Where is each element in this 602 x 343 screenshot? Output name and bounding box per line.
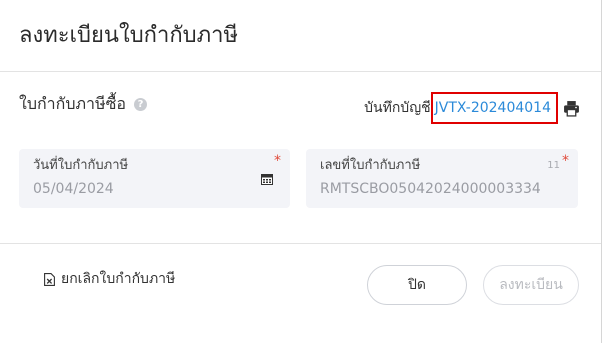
question-circle-icon[interactable]: ? [134,98,148,111]
invoice-number-label: เลขที่ใบกำกับภาษี [320,158,421,173]
required-mark: * [274,153,281,169]
document-x-icon [44,272,55,286]
invoice-date-label: วันที่ใบกำกับภาษี [33,158,129,173]
character-counter: 11 [547,160,560,171]
register-button[interactable]: ลงทะเบียน [483,265,579,305]
journal-label: บันทึกบัญชี [364,100,431,116]
section-title: ใบกำกับภาษีซื้อ [19,94,127,113]
printer-icon[interactable] [563,100,580,117]
section-heading: ใบกำกับภาษีซื้อ ? [19,92,148,117]
dialog-header: ลงทะเบียนใบกำกับภาษี [0,0,601,72]
journal-entry: บันทึกบัญชี JVTX-202404014 [364,92,580,124]
required-mark: * [562,153,569,169]
invoice-date-value[interactable]: 05/04/2024 [33,180,276,198]
calendar-icon[interactable] [261,173,273,185]
dialog-title: ลงทะเบียนใบกำกับภาษี [19,23,238,48]
invoice-number-value[interactable]: RMTSCBO05042024000003334 [320,180,564,198]
invoice-number-field[interactable]: เลขที่ใบกำกับภาษี RMTSCBO050420240000033… [306,149,578,208]
cancel-invoice-link[interactable]: ยกเลิกใบกำกับภาษี [44,268,175,290]
close-button[interactable]: ปิด [367,265,467,305]
dialog-footer: ยกเลิกใบกำกับภาษี ปิด ลงทะเบียน [0,244,601,343]
cancel-invoice-label: ยกเลิกใบกำกับภาษี [61,271,176,287]
register-tax-invoice-dialog: ลงทะเบียนใบกำกับภาษี ใบกำกับภาษีซื้อ ? บ… [0,0,602,343]
journal-link[interactable]: JVTX-202404014 [430,92,558,124]
dialog-body: ใบกำกับภาษีซื้อ ? บันทึกบัญชี JVTX-20240… [0,72,601,244]
invoice-date-field[interactable]: วันที่ใบกำกับภาษี 05/04/2024 * [19,149,290,208]
